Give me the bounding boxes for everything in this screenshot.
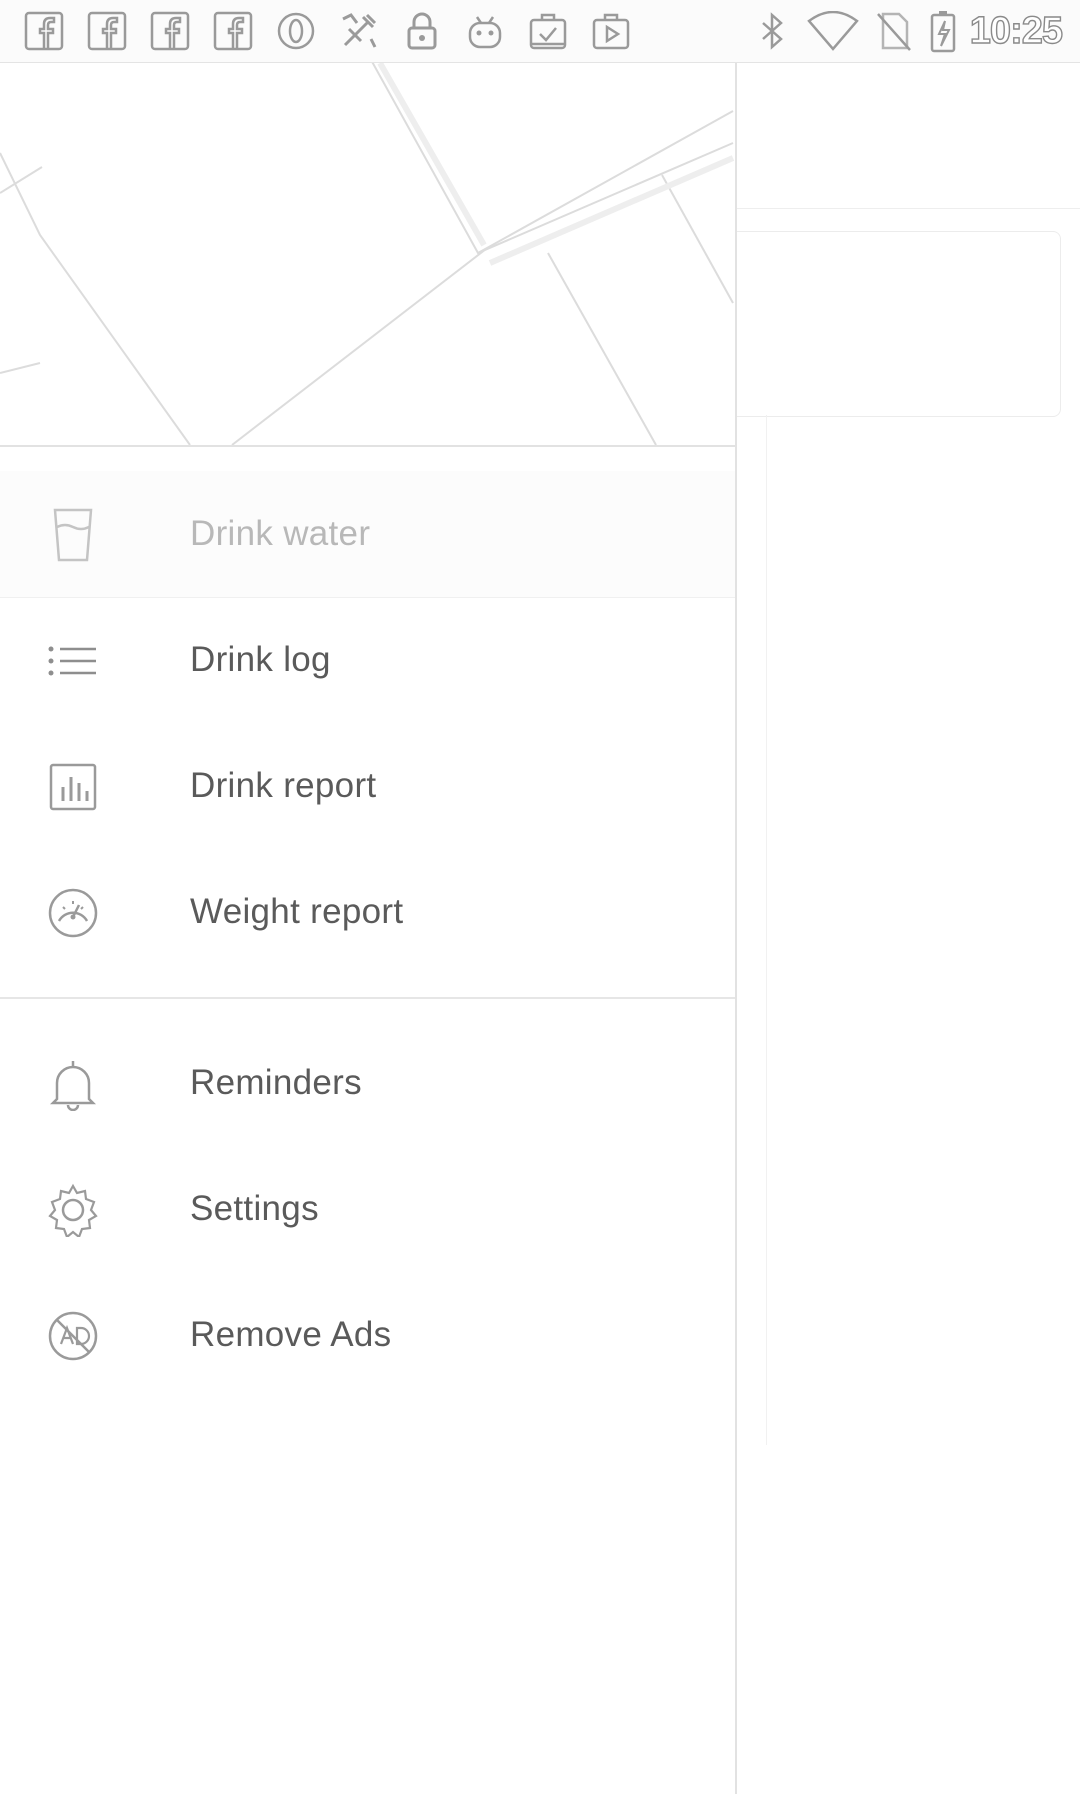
menu-item-drink-water[interactable]: Drink water xyxy=(0,471,735,598)
menu-item-label: Drink water xyxy=(190,514,371,553)
app-content xyxy=(736,415,767,1445)
clipboard-check-icon xyxy=(526,9,570,53)
drawer-header-image xyxy=(0,63,735,447)
app-card xyxy=(736,231,1061,417)
facebook-icon xyxy=(85,9,129,53)
menu-item-weight-report[interactable]: Weight report xyxy=(0,849,735,975)
play-store-icon xyxy=(589,9,633,53)
clock: 10:25 xyxy=(969,9,1064,52)
battery-charging-icon xyxy=(928,9,958,53)
menu-item-label: Remove Ads xyxy=(190,1315,392,1354)
geometric-pattern xyxy=(0,63,735,445)
menu-item-label: Drink report xyxy=(190,766,377,805)
no-sim-icon xyxy=(872,9,916,53)
menu-item-label: Weight report xyxy=(190,892,404,931)
gear-icon xyxy=(44,1181,102,1239)
glass-icon xyxy=(44,506,102,564)
no-ads-icon xyxy=(44,1307,102,1365)
menu-item-drink-report[interactable]: Drink report xyxy=(0,723,735,849)
facebook-icon xyxy=(148,9,192,53)
menu-item-label: Settings xyxy=(190,1189,319,1228)
app-toolbar xyxy=(736,63,1080,209)
menu-divider xyxy=(0,997,735,999)
no-sim-tools-icon xyxy=(337,9,381,53)
bell-icon xyxy=(44,1055,102,1113)
android-icon xyxy=(463,9,507,53)
scale-icon xyxy=(44,884,102,942)
menu-item-label: Reminders xyxy=(190,1063,362,1102)
menu-item-remove-ads[interactable]: Remove Ads xyxy=(0,1272,735,1398)
menu-item-drink-log[interactable]: Drink log xyxy=(0,597,735,723)
background-app xyxy=(736,63,1080,1794)
wifi-icon xyxy=(806,9,860,53)
bluetooth-icon xyxy=(750,9,794,53)
bar-chart-icon xyxy=(44,758,102,816)
menu-item-label: Drink log xyxy=(190,640,331,679)
lock-icon xyxy=(400,9,444,53)
status-bar: 10:25 xyxy=(0,0,1080,63)
facebook-icon xyxy=(211,9,255,53)
opera-icon xyxy=(274,9,318,53)
menu-item-reminders[interactable]: Reminders xyxy=(0,1020,735,1146)
notification-icons xyxy=(22,8,652,54)
navigation-drawer: Drink water Drink log Drink report Weigh… xyxy=(0,63,737,1794)
system-icons: 10:25 xyxy=(750,8,1064,54)
menu-item-settings[interactable]: Settings xyxy=(0,1146,735,1272)
facebook-icon xyxy=(22,9,66,53)
list-icon xyxy=(44,632,102,690)
